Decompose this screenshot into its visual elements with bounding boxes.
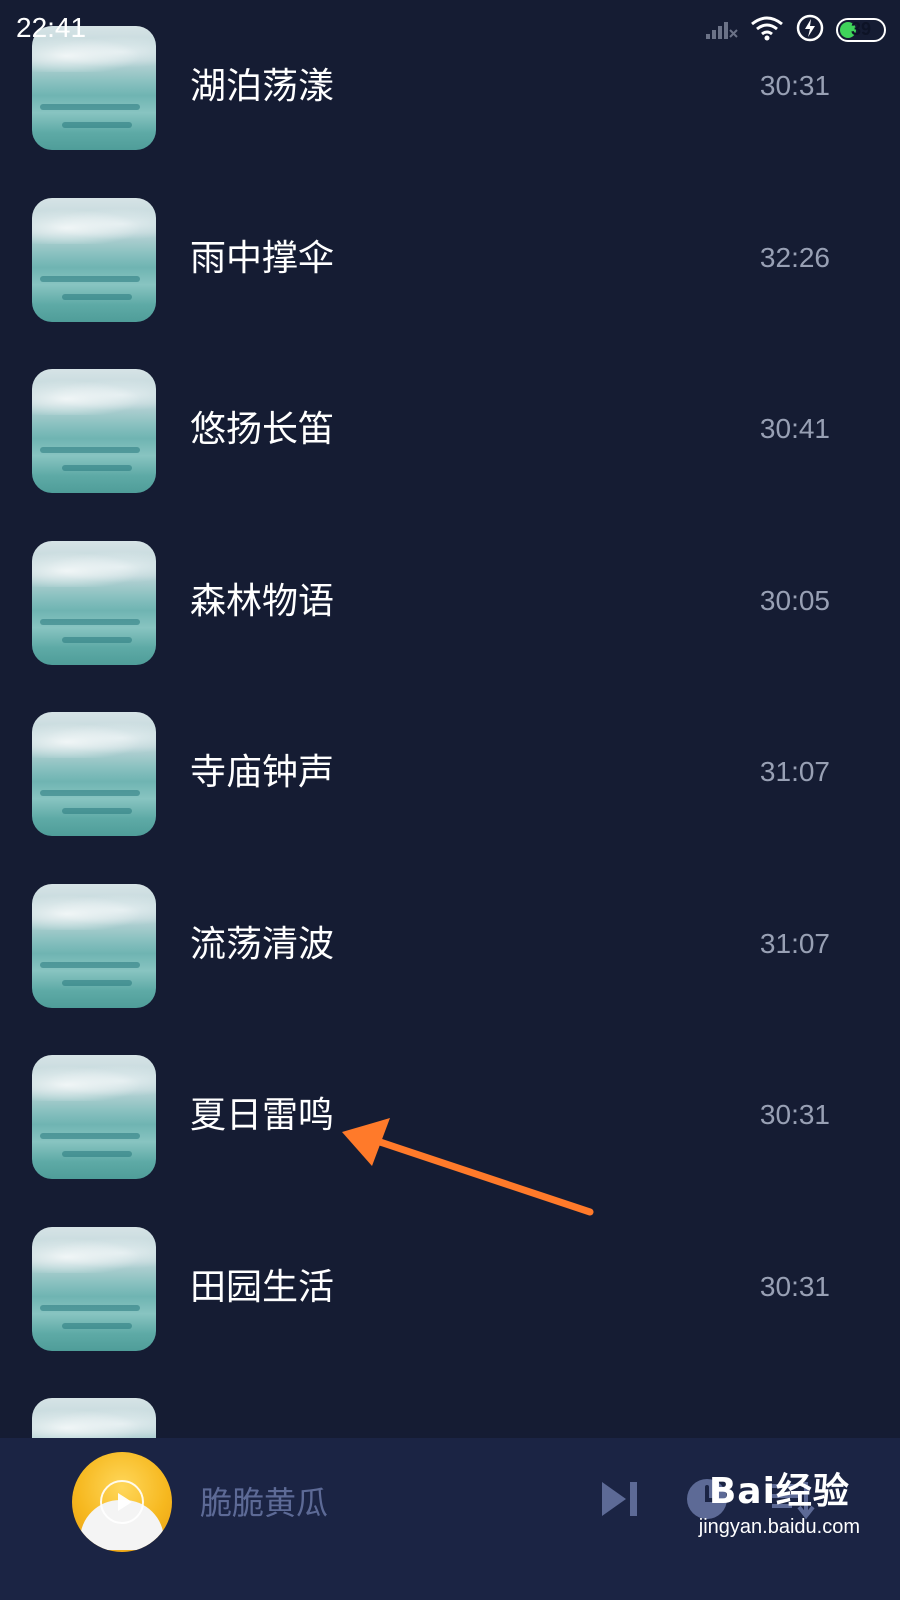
track-title: 寺庙钟声 — [190, 752, 335, 793]
track-row[interactable]: 雨中撑伞 32:26 — [0, 172, 900, 347]
track-title: 森林物语 — [190, 581, 335, 622]
track-title: 悠扬长笛 — [190, 409, 335, 450]
track-title: 雨中撑伞 — [190, 238, 335, 279]
track-title: 田园生活 — [190, 1267, 335, 1308]
track-row[interactable]: 寺庙钟声 31:07 — [0, 686, 900, 861]
play-icon[interactable] — [100, 1480, 144, 1524]
app-screen: 湖泊荡漾 30:31 雨中撑伞 32:26 悠扬长笛 30:41 森林物语 30… — [0, 0, 900, 1600]
now-playing-cover[interactable] — [72, 1452, 172, 1552]
track-thumbnail — [32, 1055, 156, 1179]
status-icons: 39 — [704, 14, 886, 46]
track-thumbnail — [32, 712, 156, 836]
status-bar: 22:41 39 — [0, 0, 900, 60]
track-title: 夏日雷鸣 — [190, 1095, 335, 1136]
wifi-icon — [750, 15, 784, 45]
track-duration: 31:07 — [759, 928, 830, 959]
watermark-url: jingyan.baidu.com — [698, 1516, 860, 1538]
track-thumbnail — [32, 198, 156, 322]
track-thumbnail — [32, 1227, 156, 1351]
battery-icon: 39 — [836, 18, 886, 42]
track-thumbnail — [32, 369, 156, 493]
battery-level: 39 — [850, 19, 872, 39]
now-playing-title[interactable]: 脆脆黄瓜 — [200, 1478, 328, 1524]
track-title: 流荡清波 — [190, 924, 335, 965]
track-duration: 30:31 — [759, 1099, 830, 1130]
next-icon[interactable] — [596, 1474, 646, 1524]
track-duration: 30:41 — [759, 413, 830, 444]
signal-icon — [704, 16, 738, 44]
track-duration: 32:26 — [759, 242, 830, 273]
track-duration: 31:07 — [759, 756, 830, 787]
track-duration: 30:31 — [759, 1271, 830, 1302]
track-title: 湖泊荡漾 — [190, 66, 335, 107]
baidu-jingyan-watermark: Bai经验 jingyan.baidu.com — [699, 1462, 860, 1539]
track-row[interactable]: 夏日雷鸣 30:31 — [0, 1029, 900, 1204]
track-duration: 30:31 — [759, 70, 830, 101]
track-duration: 30:05 — [759, 585, 830, 616]
track-row[interactable]: 悠扬长笛 30:41 — [0, 343, 900, 518]
status-time: 22:41 — [16, 12, 87, 43]
track-row[interactable]: 田园生活 30:31 — [0, 1201, 900, 1376]
watermark-logo: Bai经验 — [708, 1471, 850, 1512]
track-thumbnail — [32, 541, 156, 665]
track-thumbnail — [32, 884, 156, 1008]
charging-icon — [796, 14, 824, 46]
track-row[interactable]: 森林物语 30:05 — [0, 515, 900, 690]
track-row[interactable]: 流荡清波 31:07 — [0, 858, 900, 1033]
